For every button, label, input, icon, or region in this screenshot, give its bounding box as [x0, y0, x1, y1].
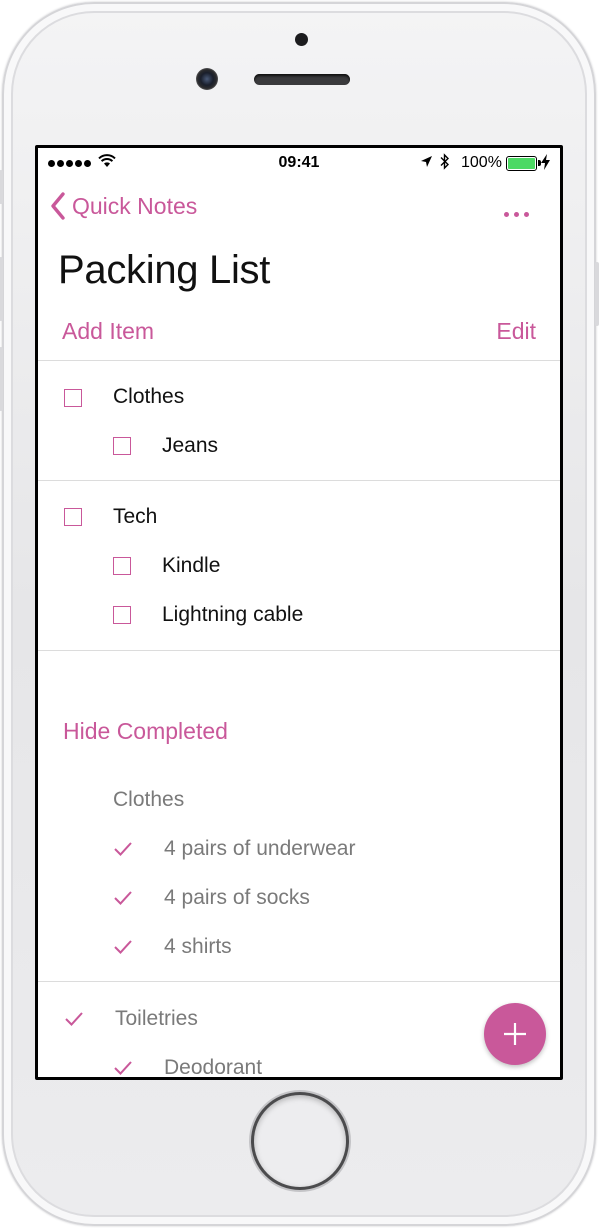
- item-label: Jeans: [162, 434, 219, 457]
- more-dots-icon[interactable]: [504, 212, 529, 217]
- checkmark-icon[interactable]: [113, 840, 133, 858]
- item-label: Kindle: [162, 554, 221, 577]
- status-bar: 09:41 100%: [38, 148, 560, 182]
- bluetooth-icon: [440, 153, 449, 170]
- completed-item[interactable]: Deodorant: [113, 1056, 262, 1077]
- location-arrow-icon: [421, 156, 432, 167]
- item-label: Deodorant: [164, 1056, 263, 1077]
- edit-button[interactable]: Edit: [496, 318, 536, 345]
- silent-switch: [0, 170, 3, 204]
- checkbox[interactable]: [113, 557, 131, 575]
- list-item-group[interactable]: Tech: [64, 505, 157, 529]
- back-button[interactable]: Quick Notes: [50, 192, 197, 220]
- screen: 09:41 100% Quick Notes Packing List Add …: [35, 145, 563, 1080]
- plus-icon: [504, 1023, 526, 1045]
- completed-group[interactable]: Toiletries: [64, 1007, 198, 1031]
- checkbox[interactable]: [113, 606, 131, 624]
- checkmark-icon[interactable]: [113, 938, 133, 956]
- item-label: Lightning cable: [162, 603, 304, 626]
- checkbox[interactable]: [113, 437, 131, 455]
- hide-completed-button[interactable]: Hide Completed: [63, 718, 228, 745]
- item-label: Toiletries: [115, 1007, 198, 1030]
- divider: [38, 480, 560, 481]
- item-label: Clothes: [113, 385, 185, 408]
- proximity-sensor: [295, 33, 308, 46]
- item-label: 4 pairs of underwear: [164, 837, 356, 860]
- checkbox[interactable]: [64, 508, 82, 526]
- completed-item[interactable]: 4 pairs of socks: [113, 886, 310, 910]
- item-label: 4 shirts: [164, 935, 232, 958]
- list-item[interactable]: Lightning cable: [113, 603, 303, 627]
- completed-item[interactable]: 4 shirts: [113, 935, 232, 959]
- add-item-button[interactable]: Add Item: [62, 318, 154, 345]
- completed-group[interactable]: Clothes: [64, 788, 184, 812]
- battery-icon: [506, 156, 541, 171]
- checkbox[interactable]: [64, 388, 82, 407]
- power-button: [595, 262, 599, 326]
- checkmark-icon[interactable]: [113, 1059, 133, 1077]
- volume-up-button: [0, 257, 3, 321]
- item-label: Tech: [113, 505, 158, 528]
- divider: [38, 360, 560, 361]
- item-label: 4 pairs of socks: [164, 886, 310, 909]
- checkmark-icon[interactable]: [113, 889, 133, 907]
- checkmark-icon[interactable]: [64, 1010, 84, 1028]
- charging-bolt-icon: [541, 154, 550, 170]
- completed-item[interactable]: 4 pairs of underwear: [113, 837, 355, 861]
- list-item-group[interactable]: Clothes: [64, 385, 184, 409]
- list-item[interactable]: Kindle: [113, 554, 220, 578]
- battery-percent: 100%: [461, 154, 502, 171]
- back-label: Quick Notes: [72, 192, 198, 219]
- home-button[interactable]: [254, 1095, 346, 1187]
- divider: [38, 981, 560, 982]
- front-camera: [196, 68, 218, 90]
- list-item[interactable]: Jeans: [113, 434, 218, 458]
- app-view: 09:41 100% Quick Notes Packing List Add …: [38, 148, 560, 1077]
- divider: [38, 650, 560, 651]
- add-fab-button[interactable]: [484, 1003, 546, 1065]
- earpiece-speaker: [254, 74, 350, 85]
- volume-down-button: [0, 347, 3, 411]
- item-label: Clothes: [113, 788, 185, 811]
- page-title: Packing List: [58, 248, 271, 292]
- chevron-left-icon: [51, 192, 65, 220]
